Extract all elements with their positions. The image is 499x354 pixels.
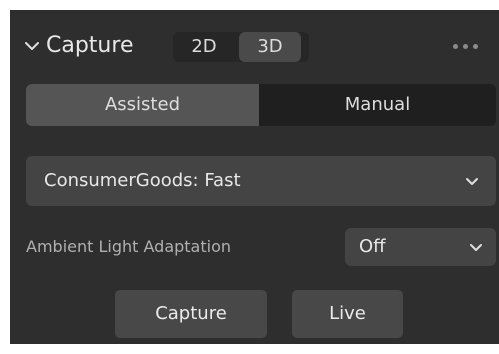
chevron-down-icon [468,240,484,256]
chevron-down-icon[interactable] [24,38,40,54]
dimension-toggle: 2D 3D [173,32,309,62]
chevron-down-icon [464,174,480,190]
mode-option-assisted[interactable]: Assisted [26,84,259,126]
ambient-light-label: Ambient Light Adaptation [26,237,231,256]
ellipsis-icon[interactable] [451,28,481,64]
panel-header: Capture 2D 3D [10,28,499,64]
dimension-option-2d[interactable]: 2D [173,32,235,62]
capture-panel: Capture 2D 3D Assisted Manual ConsumerGo… [10,10,499,344]
ambient-light-value: Off [359,236,386,257]
preset-dropdown[interactable]: ConsumerGoods: Fast [26,156,496,206]
mode-toggle: Assisted Manual [26,84,496,126]
ellipsis-dot [453,44,458,49]
dimension-option-3d[interactable]: 3D [239,32,301,62]
ambient-light-dropdown[interactable]: Off [345,228,496,266]
ellipsis-dot [463,44,468,49]
mode-option-manual[interactable]: Manual [259,84,496,126]
preset-value: ConsumerGoods: Fast [44,170,241,191]
capture-button[interactable]: Capture [115,290,267,338]
panel-title: Capture [46,33,134,58]
ellipsis-dot [473,44,478,49]
live-button[interactable]: Live [292,290,403,338]
